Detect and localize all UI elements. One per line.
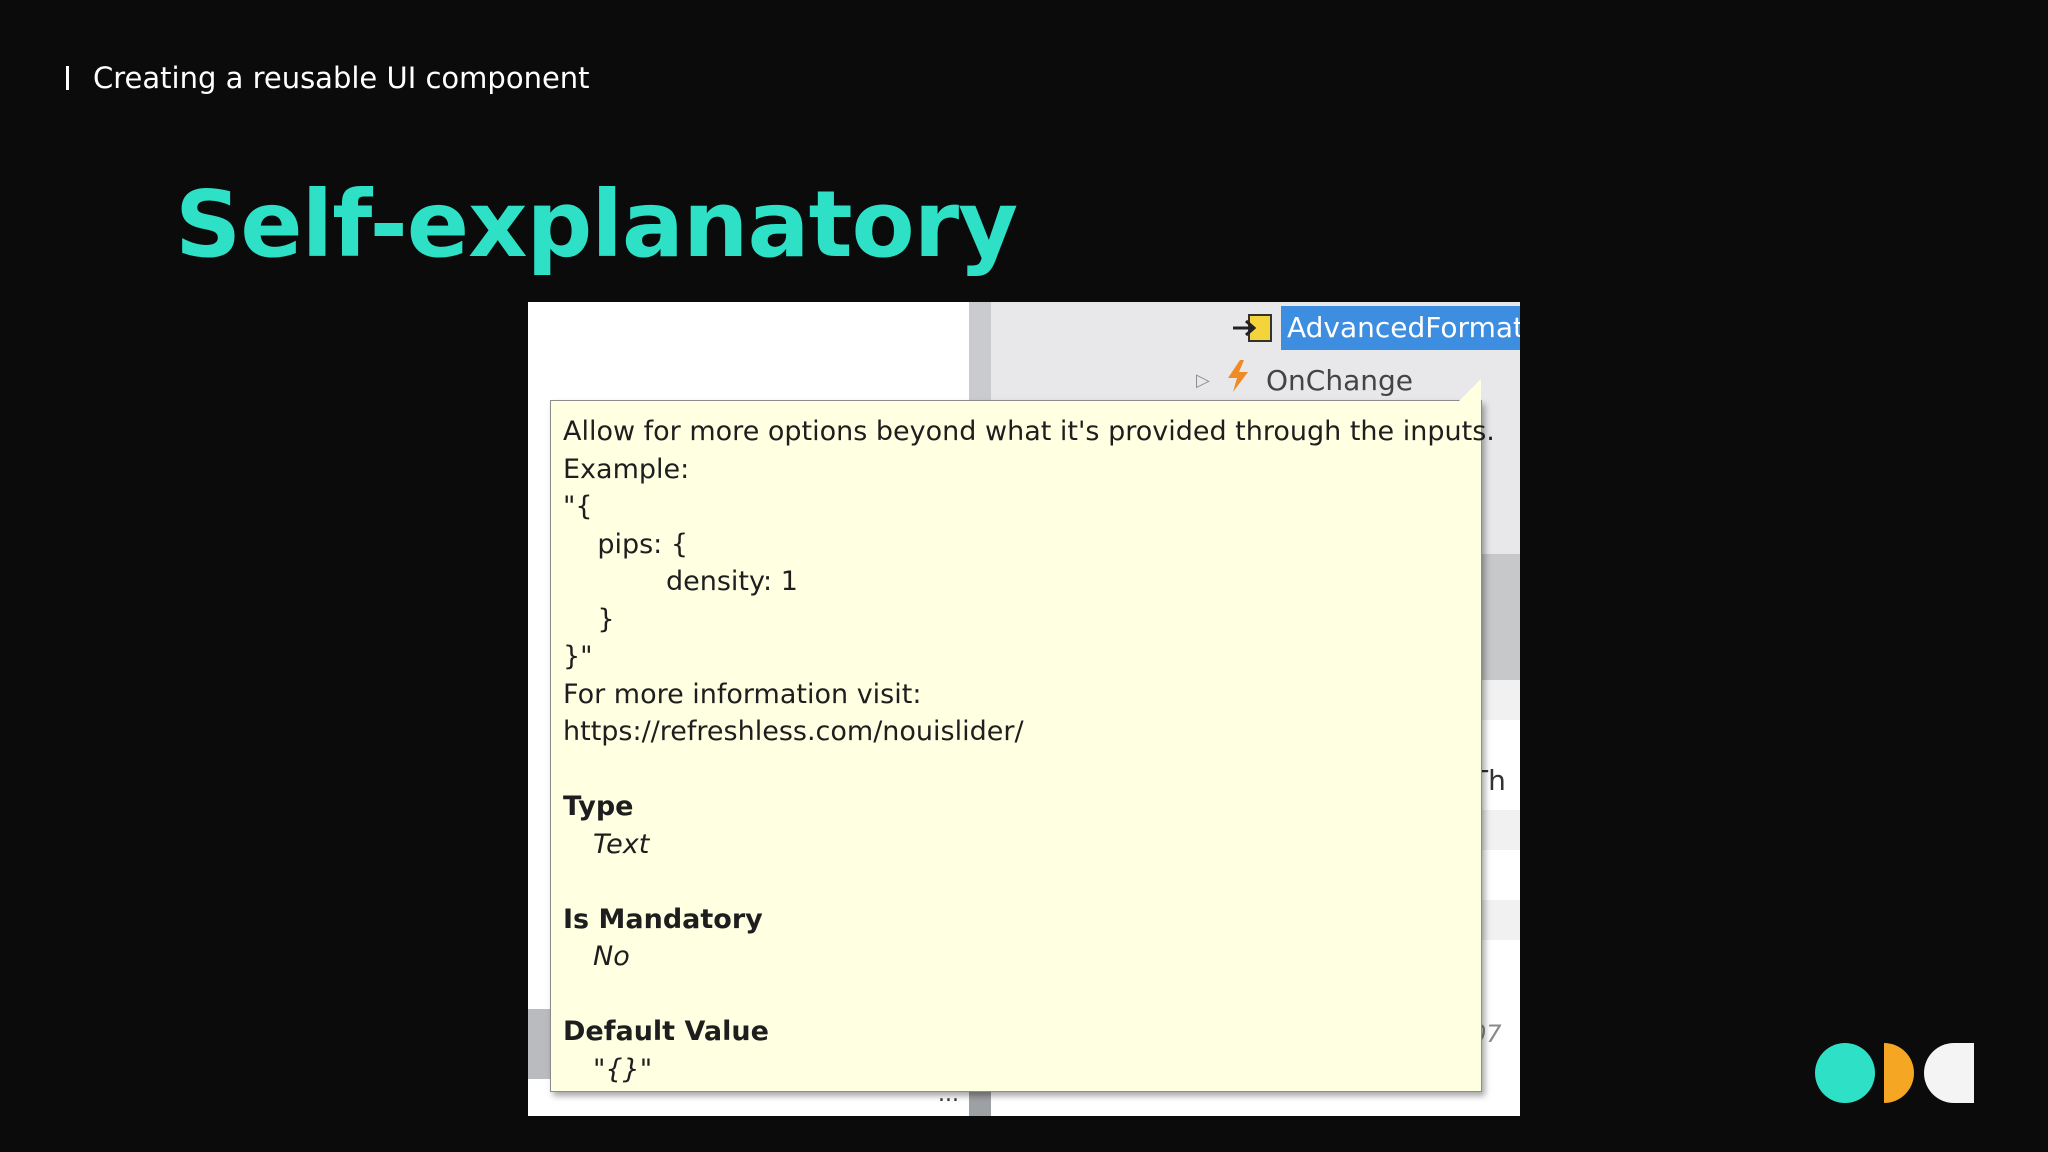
tree-item-label: AdvancedFormat [1281, 306, 1520, 350]
logo-white-shape [1924, 1043, 1974, 1103]
tree-item-label: OnChange [1266, 363, 1413, 397]
section-title: Creating a reusable UI component [93, 61, 590, 95]
property-tooltip: Allow for more options beyond what it's … [550, 379, 1495, 1092]
mandatory-heading: Is Mandatory [563, 903, 763, 935]
default-value-heading: Default Value [563, 1016, 769, 1047]
description-line: Example: [563, 453, 690, 485]
tooltip-tail [1459, 379, 1481, 401]
section-label: Creating a reusable UI component [66, 58, 590, 98]
description-line: }" [563, 641, 593, 672]
default-value: "{}" [593, 1053, 653, 1085]
bolt-icon [1224, 359, 1258, 401]
description-line: Allow for more options beyond what it's … [563, 416, 1495, 447]
description-line: pips: { [563, 528, 689, 560]
ide-screenshot: ... AdvancedFormat ▷ OnChange Th 07 Allo… [528, 302, 1520, 1116]
type-value: Text [593, 828, 650, 860]
input-parameter-icon [1231, 313, 1275, 343]
tree-item-onchange[interactable]: ▷ OnChange [1196, 358, 1413, 402]
description-link: https://refreshless.com/nouislider/ [563, 716, 1024, 747]
description-line: "{ [563, 491, 593, 522]
chevron-right-icon[interactable]: ▷ [1196, 370, 1224, 391]
logo-teal-circle [1815, 1043, 1875, 1103]
description-line: For more information visit: [563, 678, 922, 710]
description-line: density: 1 [563, 566, 798, 597]
slide-title: Self-explanatory [175, 171, 1018, 278]
tree-item-advancedformat[interactable]: AdvancedFormat [1231, 306, 1520, 350]
canvas-edge-bar [528, 1009, 552, 1079]
type-heading: Type [563, 791, 634, 822]
logo-orange-half [1884, 1043, 1914, 1103]
description-line: } [563, 603, 615, 635]
section-divider-bar [66, 66, 69, 90]
brand-logo [1814, 1042, 1976, 1104]
mandatory-value: No [593, 941, 630, 972]
